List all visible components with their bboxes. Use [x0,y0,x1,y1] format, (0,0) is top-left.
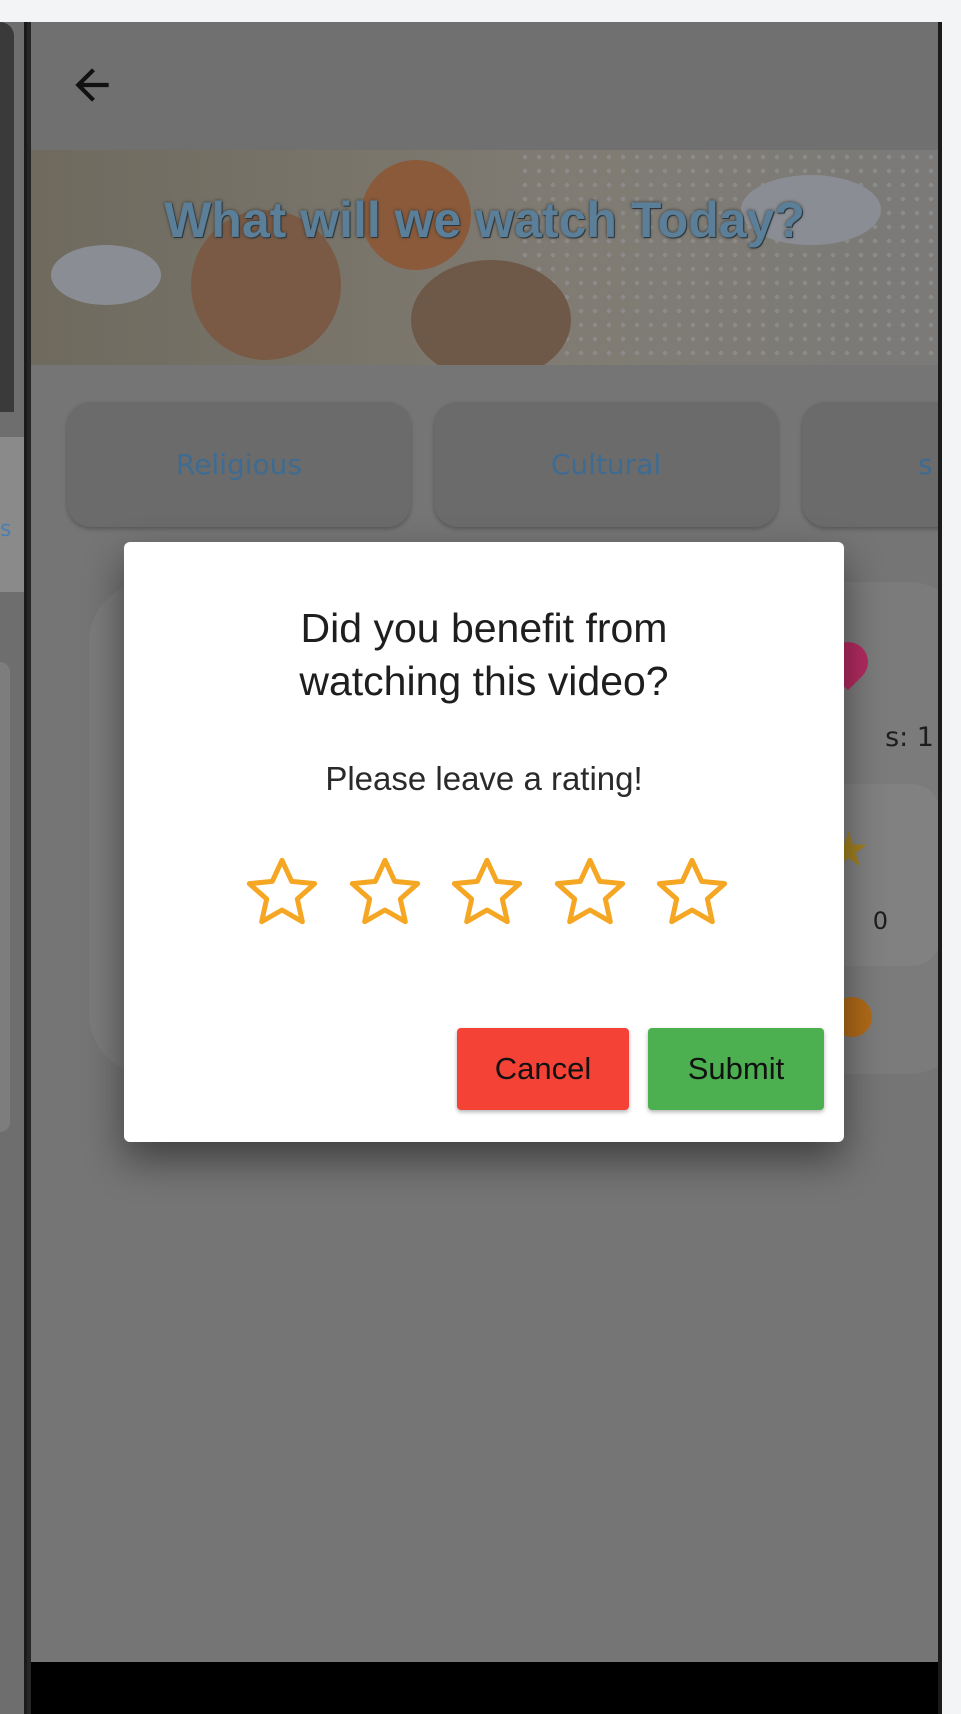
dialog-subtitle: Please leave a rating! [325,760,643,797]
category-chip-partial[interactable]: s [802,402,938,527]
back-arrow-icon[interactable] [67,60,117,110]
cloud-illustration [51,245,161,305]
star-4-icon[interactable] [550,852,630,932]
banner-image: What will we watch Today? [31,150,938,365]
cancel-button[interactable]: Cancel [457,1028,629,1110]
banner-title: What will we watch Today? [164,192,805,248]
adjacent-screen-edge: s [0,22,27,1714]
adjacent-chip: s [0,437,24,592]
star-1-icon[interactable] [242,852,322,932]
adjacent-card [0,662,10,1132]
system-nav-bar [31,1662,938,1714]
star-rating [242,852,732,932]
category-chips: Religious Cultural s [31,402,938,530]
star-5-icon[interactable] [652,852,732,932]
rating-dialog: Did you benefit from watching this video… [124,542,844,1142]
category-chip-cultural[interactable]: Cultural [434,402,778,527]
star-2-icon[interactable] [345,852,425,932]
likes-count: s: 1 [885,722,934,753]
category-chip-religious[interactable]: Religious [67,402,411,527]
dialog-title: Did you benefit from watching this video… [299,605,669,704]
star-3-icon[interactable] [447,852,527,932]
submit-button[interactable]: Submit [648,1028,824,1110]
rating-count: 0 [872,907,888,935]
banner-dot-pattern [518,150,938,365]
adjacent-chip-text: s [0,517,12,542]
adjacent-dark-panel [0,22,14,412]
app-bar [31,22,938,150]
